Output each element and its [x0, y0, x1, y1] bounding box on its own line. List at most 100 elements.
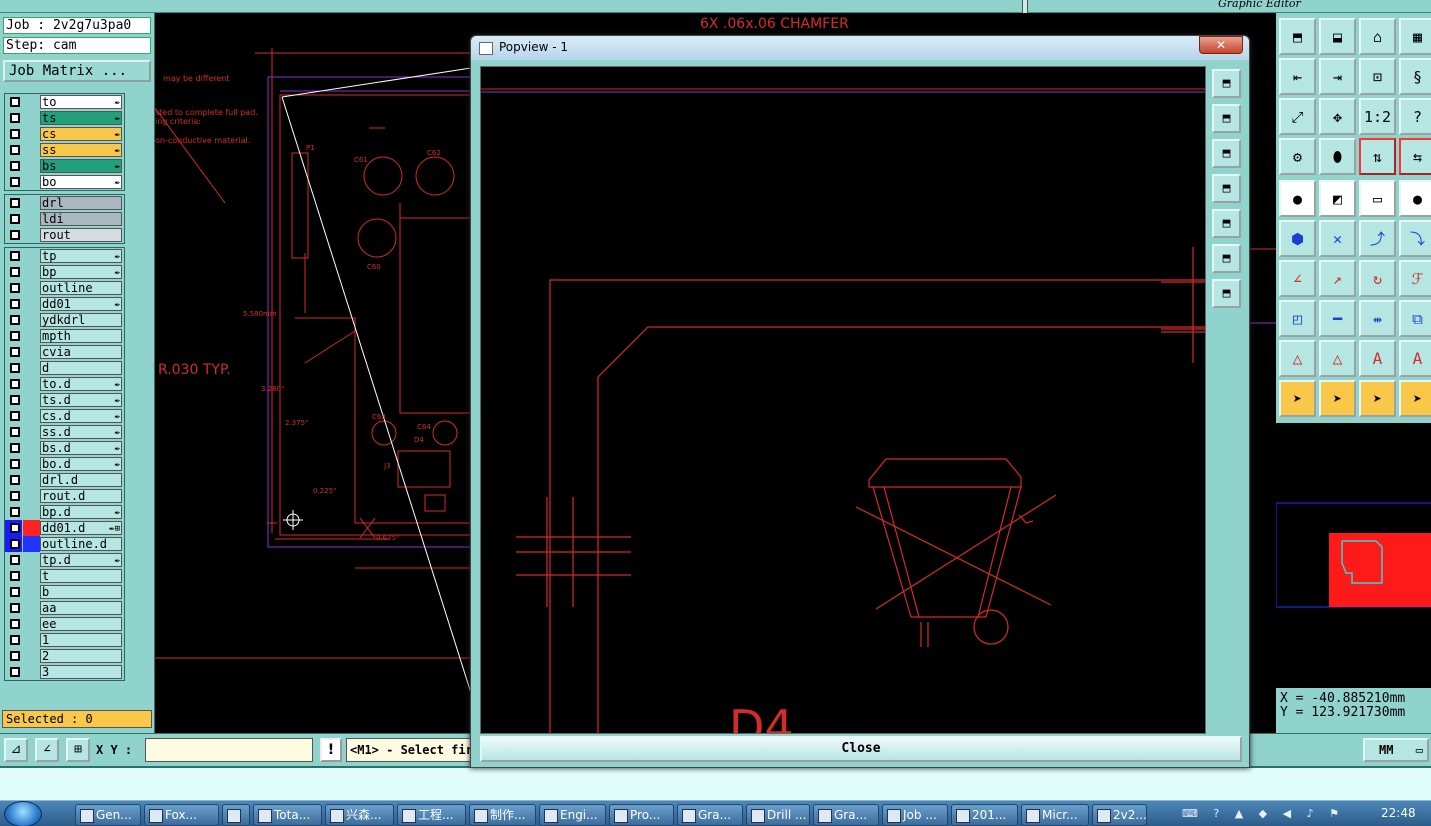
- layer-row-ss-d[interactable]: ss.d ✒: [5, 424, 124, 440]
- layer-row-d[interactable]: d: [5, 360, 124, 376]
- layer-name[interactable]: ss.d ✒: [40, 425, 122, 439]
- pan-center-tool[interactable]: ⊡: [1359, 58, 1396, 95]
- layer-name[interactable]: drl: [40, 196, 122, 210]
- pan-left-tool[interactable]: ⇤: [1279, 58, 1316, 95]
- taskbar-item[interactable]: Gen...: [75, 804, 141, 826]
- cross-tool[interactable]: ✕: [1319, 220, 1356, 257]
- feature-tool[interactable]: ◰: [1279, 300, 1316, 337]
- layer-name[interactable]: ts ✒: [40, 111, 122, 125]
- layer-row-bo[interactable]: bo ✒: [5, 174, 124, 190]
- taskbar-item[interactable]: 2v2...: [1092, 804, 1147, 826]
- popview-titlebar[interactable]: Popview - 1 ✕: [471, 36, 1249, 60]
- taskbar-item[interactable]: 201...: [951, 804, 1018, 826]
- dimension-tool[interactable]: ⇹: [1359, 300, 1396, 337]
- layer-name[interactable]: tp.d ✒: [40, 553, 122, 567]
- layer-checkbox[interactable]: [10, 427, 20, 437]
- layer-row-mpth[interactable]: mpth: [5, 328, 124, 344]
- layer-checkbox[interactable]: [10, 299, 20, 309]
- layer-checkbox[interactable]: [10, 635, 20, 645]
- select-arrow-tool[interactable]: ➤: [1319, 380, 1356, 417]
- zoom-home-tool[interactable]: ⬒: [1279, 18, 1316, 55]
- layer-checkbox[interactable]: [10, 491, 20, 501]
- layer-row-bp-d[interactable]: bp.d ✒: [5, 504, 124, 520]
- layer-row-drl-d[interactable]: drl.d: [5, 472, 124, 488]
- layer-checkbox[interactable]: [10, 411, 20, 421]
- layer-name[interactable]: rout.d: [40, 489, 122, 503]
- layer-row-rout[interactable]: rout: [5, 227, 124, 243]
- taskbar-item[interactable]: Engi...: [539, 804, 606, 826]
- shape-tool[interactable]: ⧉: [1399, 300, 1431, 337]
- taskbar-item[interactable]: Micr...: [1021, 804, 1089, 826]
- multi-select-tool[interactable]: ➤: [1399, 380, 1431, 417]
- layer-checkbox[interactable]: [10, 198, 20, 208]
- zoom-in-tool[interactable]: ⬓: [1319, 18, 1356, 55]
- layer-name[interactable]: 3: [40, 665, 122, 679]
- layer-checkbox[interactable]: [10, 475, 20, 485]
- layer-row-cs-d[interactable]: cs.d ✒: [5, 408, 124, 424]
- layer-row-ts-d[interactable]: ts.d ✒: [5, 392, 124, 408]
- layer-name[interactable]: mpth: [40, 329, 122, 343]
- xy-input[interactable]: [145, 738, 313, 762]
- layer-checkbox[interactable]: [10, 145, 20, 155]
- draw-line-tool[interactable]: ◩: [1319, 180, 1356, 217]
- layer-checkbox[interactable]: [10, 230, 20, 240]
- layer-name[interactable]: bs.d ✒: [40, 441, 122, 455]
- text-tool[interactable]: △: [1279, 340, 1316, 377]
- layer-row-t[interactable]: t: [5, 568, 124, 584]
- layer-row-ldi[interactable]: ldi: [5, 211, 124, 227]
- layer-checkbox[interactable]: [10, 251, 20, 261]
- ruler-tool[interactable]: ▭: [1359, 180, 1396, 217]
- units-select[interactable]: MM ▭: [1363, 738, 1429, 762]
- taskbar-item[interactable]: Fox...: [144, 804, 219, 826]
- redraw-tool[interactable]: §: [1399, 58, 1431, 95]
- popview-zoom-fit-button[interactable]: ⬒: [1212, 244, 1241, 273]
- layer-row-bp[interactable]: bp ✒: [5, 264, 124, 280]
- layer-checkbox[interactable]: [10, 283, 20, 293]
- layer-name[interactable]: 1: [40, 633, 122, 647]
- layer-name[interactable]: dd01 ✒: [40, 297, 122, 311]
- layer-name[interactable]: cvia: [40, 345, 122, 359]
- layer-checkbox[interactable]: [10, 603, 20, 613]
- layer-name[interactable]: bo.d ✒: [40, 457, 122, 471]
- layer-checkbox[interactable]: [10, 347, 20, 357]
- measure-tool[interactable]: ⚙: [1279, 138, 1316, 175]
- layer-row-1[interactable]: 1: [5, 632, 124, 648]
- popview-pan-left-button[interactable]: ⬒: [1212, 174, 1241, 203]
- select-zone-tool[interactable]: ➤: [1359, 380, 1396, 417]
- layer-name[interactable]: ts.d ✒: [40, 393, 122, 407]
- main-graphic-canvas[interactable]: R.030 TYP. may be different sted to comp…: [155, 13, 471, 733]
- layer-name[interactable]: ydkdrl: [40, 313, 122, 327]
- taskbar-item[interactable]: Drill ...: [746, 804, 810, 826]
- zoom-center-tool[interactable]: ✥: [1319, 98, 1356, 135]
- popview-zoom-home-button[interactable]: ⬒: [1212, 69, 1241, 98]
- grid-mode-button[interactable]: ⊞: [66, 738, 90, 762]
- layer-checkbox[interactable]: [10, 177, 20, 187]
- system-tray[interactable]: ⌨ ? ▲ ◆ ◀ ♪ ⚑: [1182, 807, 1372, 821]
- add-node-tool[interactable]: ⤵: [1399, 220, 1431, 257]
- layer-compare-tool[interactable]: ⇅: [1359, 138, 1396, 175]
- layer-checkbox[interactable]: [10, 315, 20, 325]
- layer-checkbox[interactable]: [10, 571, 20, 581]
- taskbar-item[interactable]: Tota...: [253, 804, 322, 826]
- layer-name[interactable]: bo ✒: [40, 175, 122, 189]
- layer-checkbox[interactable]: [10, 363, 20, 373]
- layer-row-2[interactable]: 2: [5, 648, 124, 664]
- layer-checkbox[interactable]: [10, 161, 20, 171]
- layer-row-ee[interactable]: ee: [5, 616, 124, 632]
- layer-row-cvia[interactable]: cvia: [5, 344, 124, 360]
- layer-name[interactable]: tp ✒: [40, 249, 122, 263]
- taskbar-item[interactable]: 兴森...: [325, 804, 394, 826]
- layer-row-ydkdrl[interactable]: ydkdrl: [5, 312, 124, 328]
- layer-checkbox[interactable]: [10, 97, 20, 107]
- layer-name[interactable]: bs ✒: [40, 159, 122, 173]
- zoom-fit-tool[interactable]: ⤢: [1279, 98, 1316, 135]
- layer-name[interactable]: rout: [40, 228, 122, 242]
- help-tool[interactable]: ?: [1399, 98, 1431, 135]
- layer-name[interactable]: t: [40, 569, 122, 583]
- layer-checkbox[interactable]: [10, 555, 20, 565]
- layer-checkbox[interactable]: [10, 331, 20, 341]
- layer-name[interactable]: cs ✒: [40, 127, 122, 141]
- layer-row-dd01[interactable]: dd01 ✒: [5, 296, 124, 312]
- probe-tool[interactable]: ⬮: [1319, 138, 1356, 175]
- message-alert-button[interactable]: !: [320, 738, 342, 762]
